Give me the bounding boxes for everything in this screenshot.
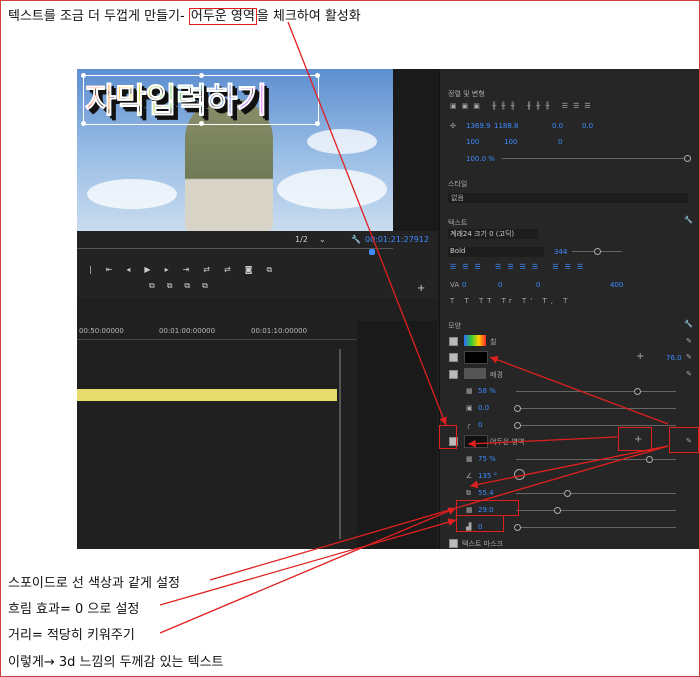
note-distance: 거리= 적당히 키워주기: [8, 628, 135, 643]
note-blur: 흐림 효과= 0 으로 설정: [8, 602, 140, 617]
note-result: 이렇게→ 3d 느낌의 두께감 있는 텍스트: [8, 655, 224, 670]
note-eyedropper: 스포이드로 선 색상과 같게 설정: [8, 576, 181, 591]
